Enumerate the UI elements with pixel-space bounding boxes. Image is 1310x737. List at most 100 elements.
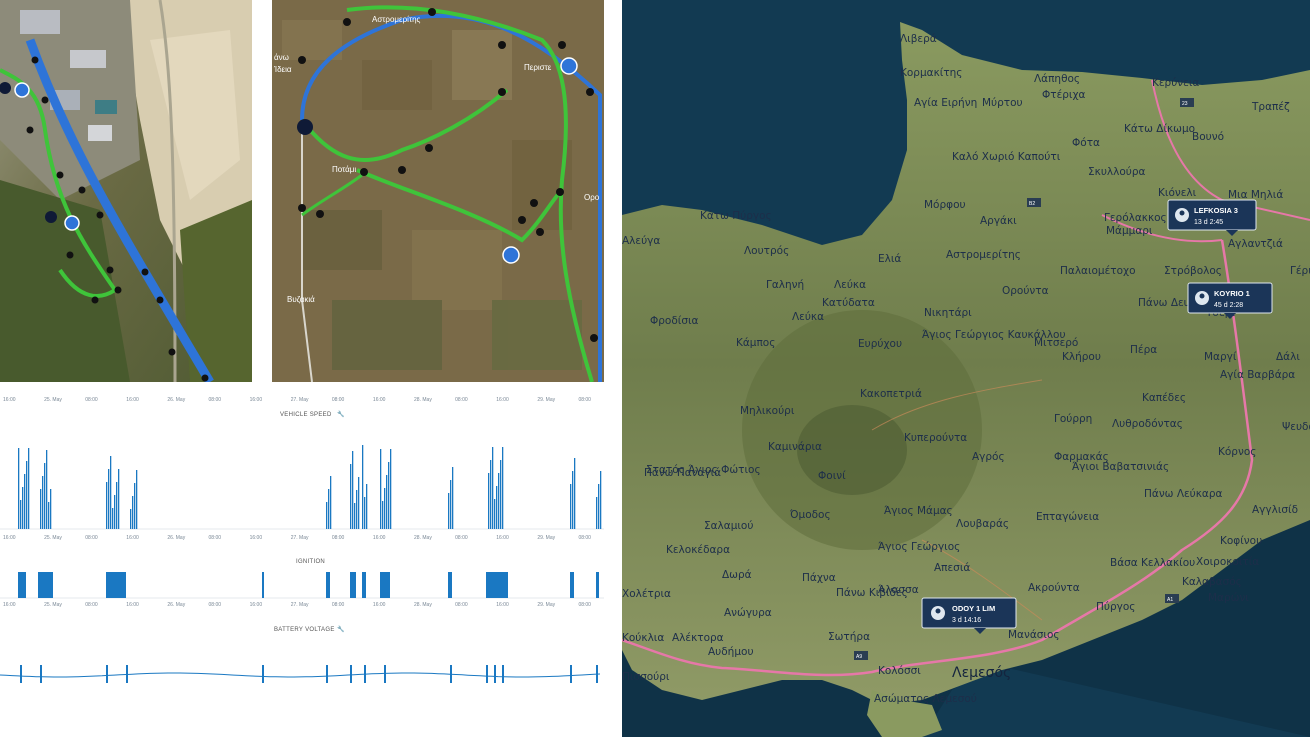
place-label: Φροδίσια (650, 315, 699, 327)
battery-spike (326, 665, 328, 683)
place-label: Κοφίνου (1220, 535, 1262, 547)
key-icon[interactable] (64, 215, 80, 231)
speed-bar (18, 448, 20, 529)
place-label: Γαληνή (766, 279, 804, 291)
timeline-tick-label: 08:00 (578, 535, 591, 541)
speed-bar (112, 508, 114, 529)
place-label: Μανάσιος (1008, 629, 1060, 641)
place-label: Άλασσα (878, 584, 919, 596)
place-label: Κλήρου (1062, 351, 1101, 363)
place-label: Χοιροκοιτία (1196, 556, 1259, 568)
speed-bar (386, 475, 388, 529)
place-label: Μόρφου (924, 199, 966, 211)
place-label: Πάχνα (802, 572, 836, 584)
key-icon[interactable] (502, 246, 520, 264)
timeline-tick-label: 16:00 (3, 602, 16, 608)
speed-chart-bars (18, 445, 602, 529)
battery-spike (126, 665, 128, 683)
timeline-tick-label: 08:00 (209, 602, 222, 608)
place-label: Φοινί (818, 470, 846, 482)
place-label: Μύρτου (982, 97, 1023, 109)
place-label: Ευρύχου (858, 338, 902, 350)
place-label: Αγία Ειρήνη (914, 97, 977, 109)
place-label: Ελιά (878, 253, 901, 265)
speed-bar (502, 447, 504, 529)
timeline-tick-label: 08:00 (209, 535, 222, 541)
wrench-icon[interactable]: 🔧 (337, 410, 345, 418)
timeline-tick-label: 08:00 (332, 535, 345, 541)
speed-bar (452, 467, 454, 529)
speed-bar (498, 473, 500, 529)
cyprus-fleet-map[interactable]: Λιβερά Κορμακίτης Λάπηθος Κερύνεια Τραπέζ Φτέ… (622, 0, 1310, 737)
speed-bar (354, 503, 356, 529)
speed-bar (362, 445, 364, 529)
place-label: Κολόσσι (878, 665, 921, 677)
ignition-chart-ticks: 16:00 25. May 08:00 16:00 26. May 08:00 16:00 2… (3, 602, 591, 608)
satellite-map-right-canvas: Αστρομερίτης Περιστε Ποτάμι Βυζακιά Ορο … (272, 0, 604, 382)
speed-bar (44, 463, 46, 529)
speed-bar (48, 502, 50, 529)
place-label: Αγία Βαρβάρα (1220, 369, 1295, 381)
circle-marker-icon[interactable] (45, 211, 57, 223)
timeline-tick-label: 16:00 (126, 397, 139, 403)
place-label: Τραπέζ (1251, 101, 1290, 113)
timeline-tick-label: 08:00 (85, 397, 98, 403)
speed-bar (364, 497, 366, 529)
place-label: Μάμμαρι (1106, 225, 1153, 237)
sat-label: Ποτάμι (332, 165, 356, 174)
speed-bar (22, 487, 24, 529)
timeline-tick-label: 26. May (167, 602, 185, 608)
satellite-map-right[interactable]: Αστρομερίτης Περιστε Ποτάμι Βυζακιά Ορο … (272, 0, 604, 382)
place-label: Λυθροδόντας (1112, 418, 1183, 430)
place-label: Νικητάρι (924, 307, 972, 319)
key-icon[interactable] (560, 57, 578, 75)
timeline-tick-label: 16:00 (126, 535, 139, 541)
place-label: Καλό Χωριό Καπούτι (952, 151, 1061, 163)
speed-bar (570, 484, 572, 529)
speed-bar (598, 484, 600, 529)
speed-bar (110, 456, 112, 529)
place-label: Κάμπος (736, 337, 775, 349)
speed-chart-title: VEHICLE SPEED (280, 412, 332, 418)
timeline-tick-label: 27. May (291, 535, 309, 541)
timeline-tick-label: 16:00 (250, 535, 263, 541)
wrench-icon[interactable]: 🔧 (337, 625, 345, 633)
vehicle-name: LEFKOSIA 3 (1194, 206, 1238, 215)
cyprus-map-canvas: Λιβερά Κορμακίτης Λάπηθος Κερύνεια Τραπέζ Φτέ… (622, 0, 1310, 737)
battery-spike (502, 665, 504, 683)
place-label: Άγιοι Βαβατσινιάς (1072, 461, 1169, 473)
speed-bar (366, 484, 368, 529)
key-icon[interactable] (14, 82, 30, 98)
battery-spike (494, 665, 496, 683)
timeline-tick-label: 27. May (291, 602, 309, 608)
battery-spike (450, 665, 452, 683)
speed-bar (326, 502, 328, 529)
place-label: Μηλικούρι (740, 405, 795, 417)
speed-bar (596, 497, 598, 529)
battery-spike (262, 665, 264, 683)
timeline-tick-label: 26. May (167, 535, 185, 541)
place-label: Μιτσερό (1034, 337, 1078, 349)
circle-marker-icon[interactable] (297, 119, 313, 135)
timeline-tick-label: 25. May (44, 397, 62, 403)
battery-spike (106, 665, 108, 683)
place-label: Αγρός (972, 451, 1005, 463)
road-number: B2 (1029, 201, 1035, 207)
timeline-tick-label: 28. May (414, 397, 432, 403)
satellite-map-left[interactable] (0, 0, 252, 382)
ignition-bar (38, 572, 53, 598)
place-label: Λιβερά (900, 33, 937, 45)
place-label: Σαλαμιού (704, 520, 753, 532)
sat-label: άνω (274, 53, 289, 62)
place-label: Λουβαράς (956, 518, 1009, 530)
place-label: Γούρρη (1054, 413, 1092, 425)
speed-bar (572, 471, 574, 529)
place-label: Παλαιομέτοχο (1060, 265, 1136, 277)
place-label: Ορούντα (1002, 285, 1049, 297)
vehicle-time: 45 d 2:28 (1214, 302, 1243, 309)
place-label: Αλεύγα (622, 235, 660, 247)
speed-bar (330, 476, 332, 529)
place-label: Ασώματος Λεμεσού (874, 693, 977, 705)
vehicle-time: 13 d 2:45 (1194, 219, 1223, 226)
ignition-bar (570, 572, 574, 598)
